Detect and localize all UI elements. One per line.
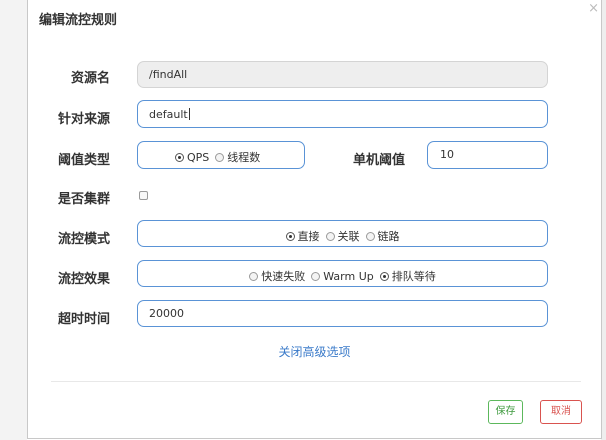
radio-unchecked-icon [325,232,335,241]
effect-radio-queue[interactable]: 排队等待 [379,268,436,284]
dialog-title: 编辑流控规则 [39,13,118,28]
strategy-radio-direct[interactable]: 直接 [285,228,320,244]
timeout-label: 超时时间 [57,312,110,327]
strategy-option-label: 链路 [377,230,400,243]
single-threshold-input[interactable]: 10 [427,141,548,169]
dialog-header: 编辑流控规则 × [28,0,601,40]
threshold-type-option-label: 线程数 [227,151,261,164]
radio-unchecked-icon [311,272,321,281]
effect-radio-warm-up[interactable]: Warm Up [311,270,374,283]
page-background [0,0,27,440]
threshold-type-group: QPS 线程数 [137,141,305,169]
threshold-type-label: 阈值类型 [57,153,110,168]
effect-option-label: 快速失败 [261,270,306,283]
cluster-label: 是否集群 [57,192,110,207]
radio-unchecked-icon [215,153,225,162]
strategy-option-label: 关联 [337,230,360,243]
radio-checked-icon [379,272,389,281]
timeout-value: 20000 [149,307,184,320]
radio-unchecked-icon [365,232,375,241]
limit-app-input[interactable]: default [137,100,548,128]
threshold-type-radio-qps[interactable]: QPS [175,151,209,164]
limit-app-value: default [149,108,188,121]
single-threshold-label: 单机阈值 [352,153,405,168]
effect-group: 快速失败 Warm Up 排队等待 [137,260,548,287]
resource-input: /findAll [137,61,548,88]
threshold-type-radio-thread[interactable]: 线程数 [215,149,260,165]
footer-divider [51,381,581,382]
effect-option-label: 排队等待 [391,270,436,283]
timeout-input[interactable]: 20000 [137,300,548,327]
text-cursor [188,108,190,120]
cancel-button[interactable]: 取消 [540,400,582,424]
close-icon[interactable]: × [588,2,599,15]
radio-unchecked-icon [249,272,259,281]
strategy-radio-relate[interactable]: 关联 [325,228,360,244]
single-threshold-value: 10 [440,148,454,161]
resource-value: /findAll [149,68,188,81]
threshold-type-option-label: QPS [187,151,210,164]
strategy-radio-chain[interactable]: 链路 [365,228,400,244]
effect-option-label: Warm Up [323,270,374,283]
save-button[interactable]: 保存 [488,400,523,424]
cluster-checkbox[interactable] [139,191,148,200]
radio-checked-icon [285,232,295,241]
close-advanced-options-link[interactable]: 关闭高级选项 [28,343,601,360]
strategy-label: 流控模式 [57,232,110,247]
radio-checked-icon [175,153,184,162]
strategy-group: 直接 关联 链路 [137,220,548,247]
limit-app-label: 针对来源 [57,112,110,127]
effect-label: 流控效果 [57,272,110,287]
effect-radio-fast-fail[interactable]: 快速失败 [249,268,305,284]
resource-label: 资源名 [70,71,110,86]
strategy-option-label: 直接 [297,230,320,243]
edit-flow-rule-dialog: 编辑流控规则 × 资源名 /findAll 针对来源 default 阈值类型 … [27,0,602,439]
